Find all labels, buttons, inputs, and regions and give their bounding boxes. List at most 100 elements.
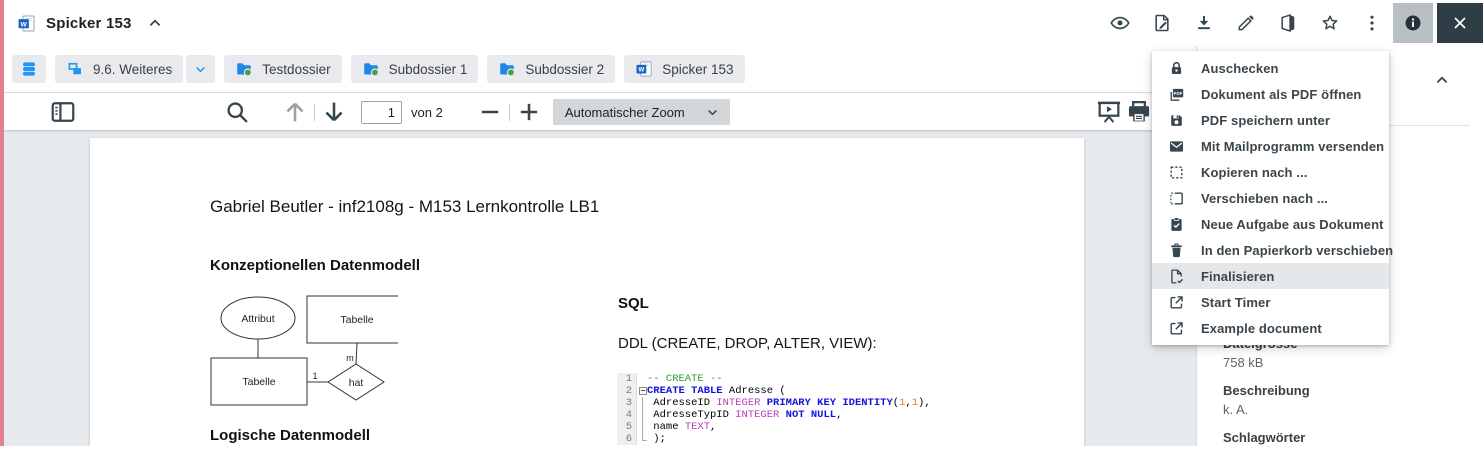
code-fold-toggle[interactable] <box>637 385 647 397</box>
chevron-down-icon <box>193 62 208 77</box>
sidebar-field-value: k. A. <box>1223 400 1473 419</box>
menu-item-example-document[interactable]: Example document <box>1152 315 1389 341</box>
breadcrumb-chip-label: Testdossier <box>262 62 330 77</box>
open-office-button[interactable] <box>1267 3 1309 43</box>
page-number-input[interactable] <box>361 101 402 124</box>
word-icon: W <box>635 60 653 78</box>
document-title: Spicker 153 <box>46 15 132 32</box>
breadcrumb-chip-label: Subdossier 2 <box>525 62 604 77</box>
breadcrumb-chip-9-6-weiteres[interactable]: 9.6. Weiteres <box>55 55 183 83</box>
code-line-number: 2 <box>617 385 637 397</box>
mail-icon <box>1168 138 1185 155</box>
menu-item-kopieren-nach[interactable]: Kopieren nach ... <box>1152 159 1389 185</box>
code-fold-gutter <box>637 397 647 409</box>
breadcrumb-chip-spicker-153[interactable]: W Spicker 153 <box>624 55 744 83</box>
title-collapse-button[interactable] <box>144 12 166 34</box>
zoom-in-button[interactable] <box>514 98 544 126</box>
sidebar-collapse-button[interactable] <box>1431 69 1453 91</box>
titlebar: W Spicker 153 <box>4 0 1483 46</box>
info-button[interactable] <box>1393 3 1433 43</box>
save-icon <box>1168 112 1185 129</box>
er-diagram: Attribut Tabelle Tabelle hat m 1 <box>198 292 398 414</box>
next-page-button[interactable] <box>319 98 349 126</box>
word-icon: W <box>17 14 36 33</box>
search-button[interactable] <box>222 98 252 126</box>
code-line-number: 4 <box>617 409 637 421</box>
finalize-icon <box>1168 268 1185 285</box>
menu-item-verschieben-nach[interactable]: Verschieben nach ... <box>1152 185 1389 211</box>
toolbar-separator <box>314 104 315 121</box>
titlebar-actions <box>1099 0 1483 46</box>
sidebar-field: Schlagwörter <box>1223 428 1473 447</box>
menu-item-label: Verschieben nach ... <box>1201 191 1328 206</box>
code-fold-gutter <box>637 409 647 421</box>
code-fold-gutter <box>637 433 647 445</box>
doc-heading-sql: SQL <box>618 295 649 312</box>
code-line: 5 name TEXT, <box>617 421 949 433</box>
breadcrumb-chip[interactable] <box>12 55 46 83</box>
breadcrumb-chip-testdossier[interactable]: Testdossier <box>224 55 341 83</box>
zoom-level-select[interactable]: Automatischer Zoom <box>553 99 730 125</box>
menu-item-neue-aufgabe-aus-dokument[interactable]: Neue Aufgabe aus Dokument <box>1152 211 1389 237</box>
code-line-number: 6 <box>617 433 637 445</box>
zoom-out-button[interactable] <box>475 98 505 126</box>
sql-code-block: 1-- CREATE --2CREATE TABLE Adresse (3 Ad… <box>617 373 949 445</box>
breadcrumb-chip-subdossier-1[interactable]: Subdossier 1 <box>351 55 479 83</box>
previous-page-button[interactable] <box>280 98 310 126</box>
menu-item-dokument-als-pdf-ffnen[interactable]: PDFDokument als PDF öffnen <box>1152 81 1389 107</box>
breadcrumb-chip-label: Spicker 153 <box>662 62 733 77</box>
pencil-icon <box>1236 13 1256 33</box>
breadcrumb-chip-label: 9.6. Weiteres <box>93 62 172 77</box>
trash-icon <box>1168 242 1185 259</box>
code-line: 6 ); <box>617 433 949 445</box>
menu-item-label: Start Timer <box>1201 295 1271 310</box>
page-count-label: von 2 <box>411 105 443 120</box>
er-diamond-label: hat <box>349 377 364 389</box>
folder-icon <box>235 60 253 78</box>
annotate-button[interactable] <box>1225 3 1267 43</box>
svg-text:W: W <box>21 21 28 28</box>
menu-item-label: Finalisieren <box>1201 269 1274 284</box>
hierarchy-icon <box>66 60 84 78</box>
menu-item-label: Auschecken <box>1201 61 1279 76</box>
database-icon <box>20 60 38 78</box>
breadcrumb: 9.6. Weiteres Testdossier Subdossier 1 Subd… <box>4 46 1196 93</box>
download-button[interactable] <box>1183 3 1225 43</box>
code-line-number: 1 <box>617 373 637 385</box>
menu-item-in-den-papierkorb-verschieben[interactable]: In den Papierkorb verschieben <box>1152 237 1389 263</box>
document-edit-icon <box>1152 13 1172 33</box>
code-line: 3 AdresseID INTEGER PRIMARY KEY IDENTITY… <box>617 397 949 409</box>
menu-item-auschecken[interactable]: Auschecken <box>1152 55 1389 81</box>
print-button[interactable] <box>1124 98 1154 126</box>
doc-title-line: Gabriel Beutler - inf2108g - M153 Lernko… <box>210 197 599 217</box>
code-text: name TEXT, <box>647 421 716 433</box>
code-line: 2 CREATE TABLE Adresse ( <box>617 385 949 397</box>
presentation-mode-button[interactable] <box>1094 98 1124 126</box>
close-button[interactable] <box>1437 3 1483 43</box>
code-text: AdresseTypID INTEGER NOT NULL, <box>647 409 842 421</box>
external-link-icon <box>1168 294 1185 311</box>
code-text: ); <box>647 433 666 445</box>
copy-icon <box>1168 164 1185 181</box>
breadcrumb-expand-button[interactable] <box>186 55 215 83</box>
edit-document-button[interactable] <box>1141 3 1183 43</box>
sidebar-field: Beschreibungk. A. <box>1223 381 1473 419</box>
er-cardinality-1: 1 <box>312 371 317 381</box>
star-icon <box>1320 13 1340 33</box>
code-text: CREATE TABLE Adresse ( <box>647 385 786 397</box>
sidebar-toggle-button[interactable] <box>48 98 78 126</box>
code-line-number: 5 <box>617 421 637 433</box>
move-icon <box>1168 190 1185 207</box>
favorite-button[interactable] <box>1309 3 1351 43</box>
svg-text:W: W <box>639 67 645 74</box>
menu-item-pdf-speichern-unter[interactable]: PDF speichern unter <box>1152 107 1389 133</box>
menu-item-finalisieren[interactable]: Finalisieren <box>1152 263 1389 289</box>
lock-icon <box>1168 60 1185 77</box>
breadcrumb-chip-subdossier-2[interactable]: Subdossier 2 <box>487 55 615 83</box>
preview-button[interactable] <box>1099 3 1141 43</box>
menu-item-start-timer[interactable]: Start Timer <box>1152 289 1389 315</box>
more-options-button[interactable] <box>1351 3 1393 43</box>
document-actions-menu: Auschecken PDFDokument als PDF öffnenPDF … <box>1152 51 1389 345</box>
menu-item-mit-mailprogramm-versenden[interactable]: Mit Mailprogramm versenden <box>1152 133 1389 159</box>
office-icon <box>1278 13 1298 33</box>
